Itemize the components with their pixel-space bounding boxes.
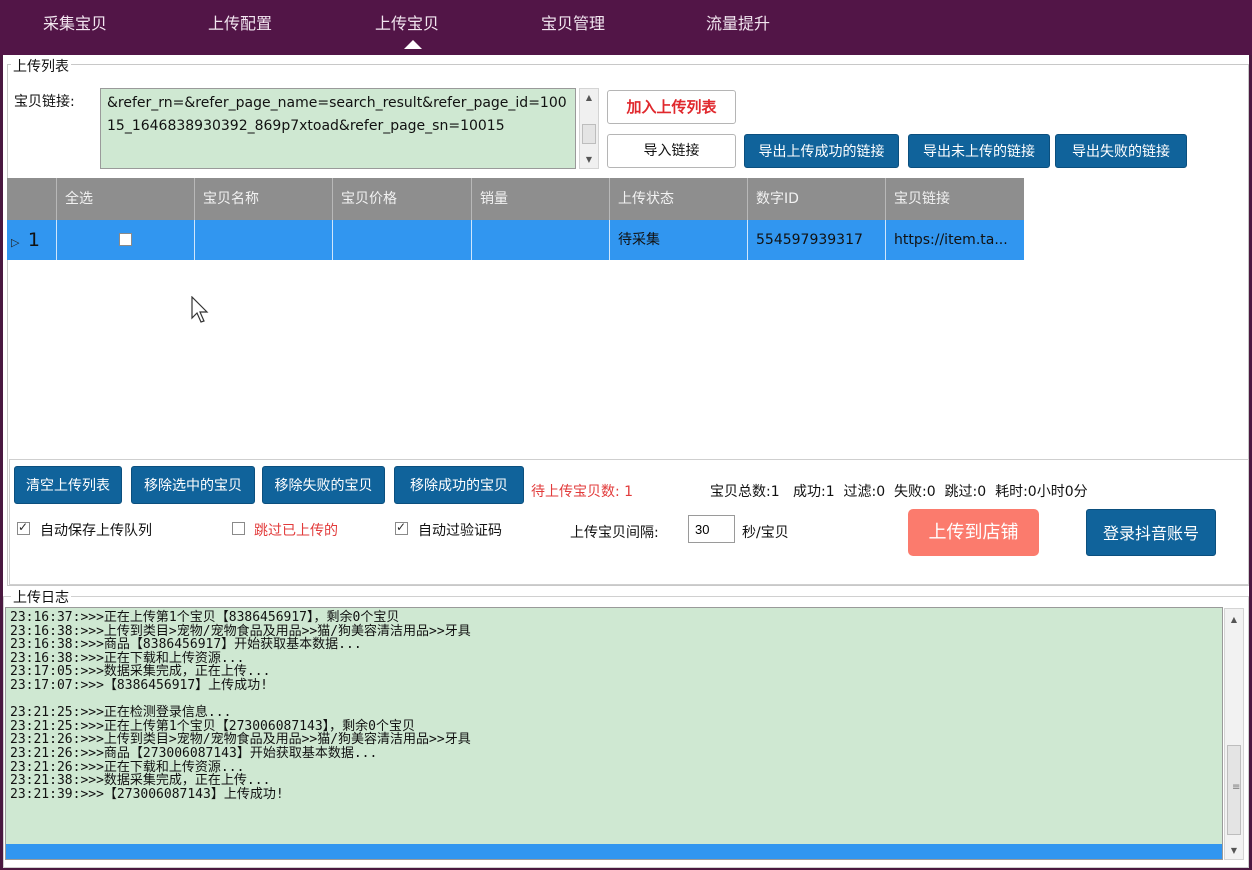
row-index: 1 — [27, 229, 41, 251]
auto-captcha-checkbox[interactable] — [395, 520, 408, 535]
skip-uploaded-label: 跳过已上传的 — [254, 523, 338, 539]
auto-save-checkbox[interactable] — [17, 520, 30, 535]
column-link[interactable]: 宝贝链接 — [886, 178, 1024, 220]
upload-log-legend: 上传日志 — [11, 587, 71, 607]
row-select-cell — [57, 220, 195, 260]
log-line: 23:16:38:>>>上传到类目>宠物/宠物食品及用品>>猫/狗美容清洁用品>… — [10, 623, 471, 639]
log-line: 23:16:38:>>>商品【8386456917】开始获取基本数据... — [10, 637, 362, 653]
log-line: 23:21:26:>>>商品【273006087143】开始获取基本数据... — [10, 745, 378, 761]
column-name[interactable]: 宝贝名称 — [195, 178, 333, 220]
tab-upload[interactable]: 上传宝贝 — [375, 10, 439, 34]
auto-save-label: 自动保存上传队列 — [40, 523, 152, 539]
interval-label: 上传宝贝间隔: — [570, 525, 659, 541]
log-line: 23:21:25:>>>正在检测登录信息... — [10, 705, 232, 721]
log-scroll-thumb[interactable]: ≡ — [1227, 745, 1241, 835]
grid-header: 全选 宝贝名称 宝贝价格 销量 上传状态 数字ID 宝贝链接 — [7, 178, 1024, 220]
log-line: 23:21:39:>>>【273006087143】上传成功! — [10, 786, 284, 802]
remove-selected-button[interactable]: 移除选中的宝贝 — [131, 466, 255, 504]
cell-id: 554597939317 — [748, 220, 886, 260]
log-line: 23:21:38:>>>数据采集完成，正在上传... — [10, 773, 271, 789]
row-header-column — [7, 178, 57, 220]
top-nav: 采集宝贝 上传配置 上传宝贝 宝贝管理 流量提升 — [0, 0, 1252, 55]
table-row[interactable]: ▷ 1 待采集 554597939317 https://item.ta... — [7, 220, 1024, 260]
import-links-button[interactable]: 导入链接 — [607, 134, 736, 168]
log-scroll-up-icon[interactable]: ▲ — [1225, 615, 1243, 624]
link-label: 宝贝链接: — [14, 94, 75, 110]
log-scrollbar[interactable]: ▲ ≡ ▼ — [1224, 608, 1244, 860]
login-douyin-button[interactable]: 登录抖音账号 — [1086, 509, 1216, 556]
log-line: 23:21:26:>>>上传到类目>宠物/宠物食品及用品>>猫/狗美容清洁用品>… — [10, 732, 471, 748]
scroll-down-icon[interactable]: ▼ — [580, 155, 598, 164]
cell-name — [195, 220, 333, 260]
log-line: 23:17:05:>>>数据采集完成，正在上传... — [10, 664, 271, 680]
interval-input[interactable] — [688, 515, 735, 543]
upload-list-legend: 上传列表 — [11, 56, 71, 76]
tab-upload-config[interactable]: 上传配置 — [208, 10, 272, 34]
skip-uploaded-checkbox[interactable] — [232, 522, 245, 535]
upload-stats: 宝贝总数:1 成功:1 过滤:0 失败:0 跳过:0 耗时:0小时0分 — [710, 484, 1088, 500]
log-line: 23:16:37:>>>正在上传第1个宝贝【8386456917】，剩余0个宝贝 — [10, 610, 400, 625]
tab-manage[interactable]: 宝贝管理 — [541, 10, 605, 34]
log-selected-line — [6, 844, 1222, 859]
column-select-all[interactable]: 全选 — [57, 178, 195, 220]
link-input[interactable] — [100, 88, 576, 169]
export-success-button[interactable]: 导出上传成功的链接 — [744, 134, 899, 168]
active-tab-indicator-icon — [404, 40, 422, 49]
upload-to-store-button[interactable]: 上传到店铺 — [908, 509, 1039, 556]
tab-traffic[interactable]: 流量提升 — [706, 10, 770, 34]
column-price[interactable]: 宝贝价格 — [333, 178, 472, 220]
column-status[interactable]: 上传状态 — [610, 178, 748, 220]
log-lines: 23:16:37:>>>正在上传第1个宝贝【8386456917】，剩余0个宝贝… — [6, 608, 1222, 801]
auto-captcha-label: 自动过验证码 — [418, 523, 502, 539]
remove-success-button[interactable]: 移除成功的宝贝 — [394, 466, 524, 504]
row-checkbox[interactable] — [119, 233, 132, 246]
cell-status: 待采集 — [610, 220, 748, 260]
current-row-icon: ▷ — [11, 236, 20, 249]
column-sales[interactable]: 销量 — [472, 178, 610, 220]
cell-price — [333, 220, 472, 260]
column-id[interactable]: 数字ID — [748, 178, 886, 220]
link-input-scrollbar[interactable]: ▲ ▼ — [579, 88, 599, 169]
grip-icon: ≡ — [1232, 782, 1241, 793]
cell-sales — [472, 220, 610, 260]
tab-collect[interactable]: 采集宝贝 — [43, 10, 107, 34]
remove-failed-button[interactable]: 移除失败的宝贝 — [262, 466, 385, 504]
add-to-list-button[interactable]: 加入上传列表 — [607, 90, 736, 124]
cell-link: https://item.ta... — [894, 232, 1008, 248]
pending-count: 待上传宝贝数: 1 — [531, 484, 634, 500]
export-unuploaded-button[interactable]: 导出未上传的链接 — [908, 134, 1050, 168]
log-scroll-down-icon[interactable]: ▼ — [1225, 846, 1243, 855]
log-output[interactable]: 23:16:37:>>>正在上传第1个宝贝【8386456917】，剩余0个宝贝… — [5, 607, 1223, 860]
export-failed-button[interactable]: 导出失败的链接 — [1055, 134, 1187, 168]
interval-unit: 秒/宝贝 — [742, 525, 789, 541]
mouse-cursor-icon — [191, 296, 209, 323]
log-line: 23:17:07:>>>【8386456917】上传成功! — [10, 677, 269, 693]
clear-list-button[interactable]: 清空上传列表 — [14, 466, 122, 504]
scroll-up-icon[interactable]: ▲ — [580, 93, 598, 102]
row-header: ▷ 1 — [7, 220, 57, 260]
scroll-thumb[interactable] — [582, 124, 596, 144]
